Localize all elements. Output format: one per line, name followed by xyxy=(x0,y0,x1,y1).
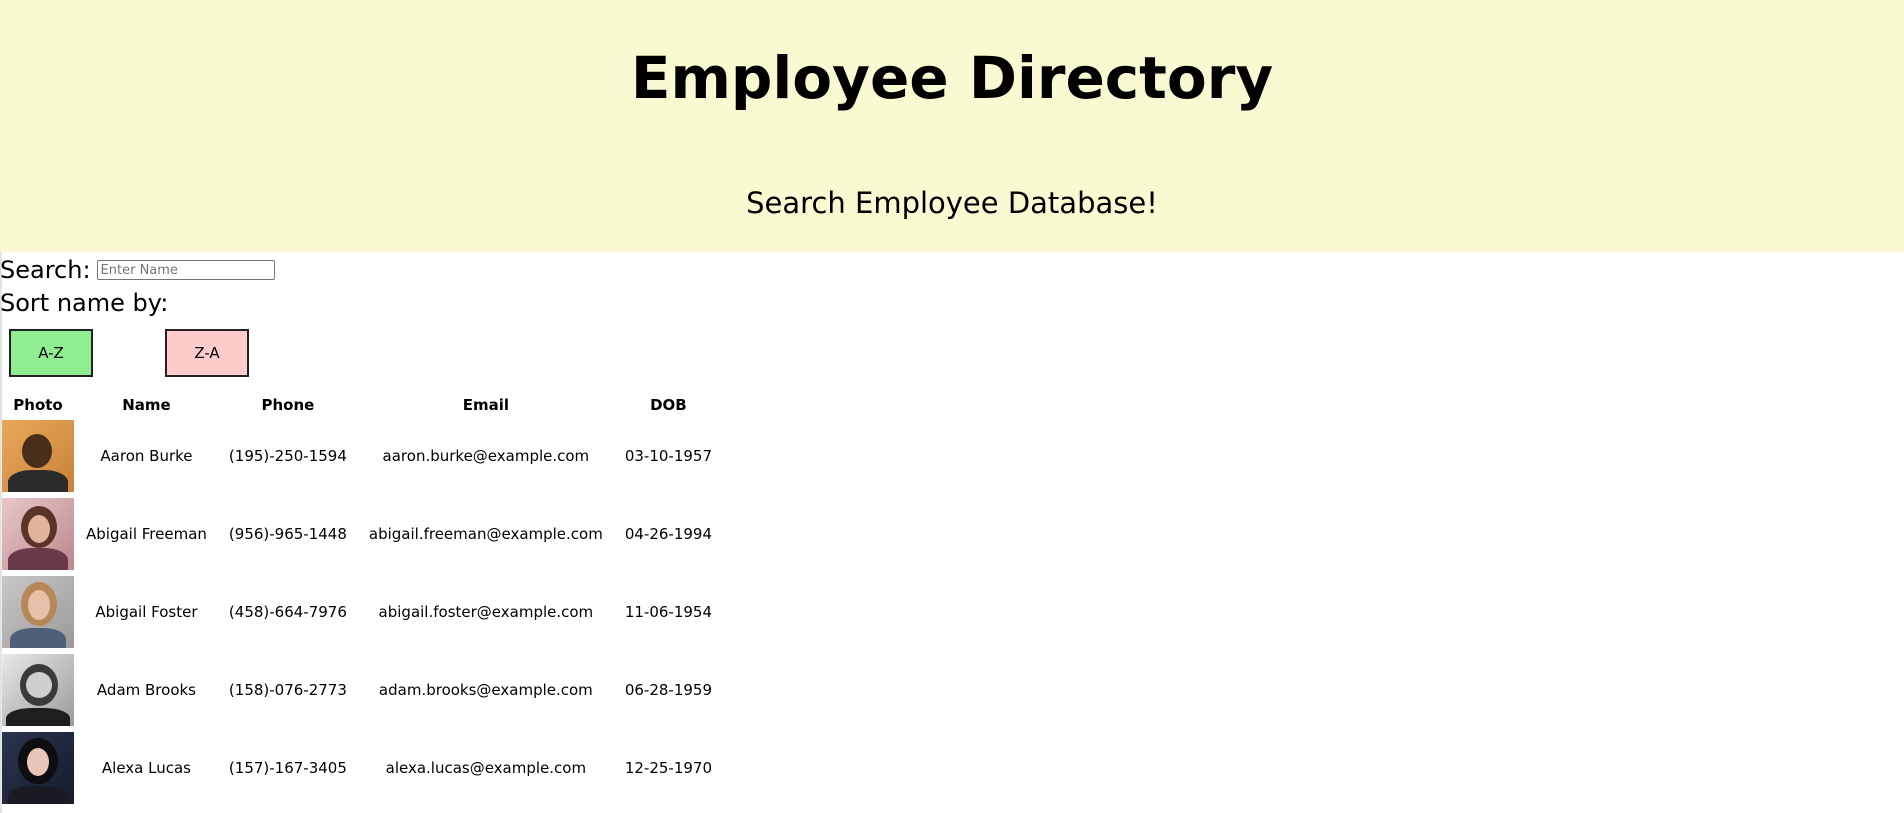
table-row: Abigail Freeman (956)-965-1448 abigail.f… xyxy=(2,496,722,572)
employee-email: aaron.burke@example.com xyxy=(382,447,590,465)
employee-phone: (157)-167-3405 xyxy=(228,759,347,777)
employee-dob: 06-28-1959 xyxy=(624,681,713,699)
employee-name: Adam Brooks xyxy=(96,681,196,699)
employee-photo xyxy=(2,420,74,492)
column-header-photo[interactable]: Photo xyxy=(2,394,74,416)
employee-email: abigail.foster@example.com xyxy=(378,603,594,621)
table-header-row: Photo Name Phone Email DOB xyxy=(2,394,722,416)
employee-dob: 12-25-1970 xyxy=(624,759,713,777)
column-header-email[interactable]: Email xyxy=(359,394,613,416)
employee-photo xyxy=(2,576,74,648)
table-row: Adam Brooks (158)-076-2773 adam.brooks@e… xyxy=(2,652,722,728)
employee-photo xyxy=(2,498,74,570)
search-label: Search: xyxy=(0,256,91,284)
table-row: Alexa Lucas (157)-167-3405 alexa.lucas@e… xyxy=(2,730,722,806)
employee-email: adam.brooks@example.com xyxy=(378,681,593,699)
employee-dob: 04-26-1994 xyxy=(624,525,713,543)
table-row: Aaron Burke (195)-250-1594 aaron.burke@e… xyxy=(2,418,722,494)
employee-name: Abigail Foster xyxy=(95,603,198,621)
employee-dob: 03-10-1957 xyxy=(624,447,713,465)
column-header-dob[interactable]: DOB xyxy=(615,394,722,416)
photo-cell xyxy=(2,574,74,650)
employee-email: alexa.lucas@example.com xyxy=(385,759,587,777)
employee-name: Alexa Lucas xyxy=(101,759,191,777)
employee-photo xyxy=(2,654,74,726)
column-header-name[interactable]: Name xyxy=(76,394,217,416)
employee-table: Photo Name Phone Email DOB Aaron Burke (… xyxy=(0,392,724,808)
employee-dob: 11-06-1954 xyxy=(624,603,713,621)
photo-cell xyxy=(2,730,74,806)
employee-phone: (458)-664-7976 xyxy=(228,603,347,621)
page-subtitle: Search Employee Database! xyxy=(746,186,1158,220)
search-input[interactable] xyxy=(96,260,275,280)
sort-label: Sort name by: xyxy=(0,289,169,317)
search-row: Search: xyxy=(0,255,275,285)
sort-za-button[interactable]: Z-A xyxy=(165,329,249,377)
employee-phone: (158)-076-2773 xyxy=(228,681,347,699)
header-banner: Employee Directory Search Employee Datab… xyxy=(0,0,1904,252)
sort-az-button[interactable]: A-Z xyxy=(9,329,93,377)
employee-email: abigail.freeman@example.com xyxy=(368,525,603,543)
photo-cell xyxy=(2,418,74,494)
employee-name: Aaron Burke xyxy=(100,447,193,465)
employee-phone: (195)-250-1594 xyxy=(228,447,347,465)
page-title: Employee Directory xyxy=(630,44,1274,112)
photo-cell xyxy=(2,496,74,572)
table-row: Abigail Foster (458)-664-7976 abigail.fo… xyxy=(2,574,722,650)
page: Employee Directory Search Employee Datab… xyxy=(0,0,1904,813)
employee-photo xyxy=(2,732,74,804)
employee-name: Abigail Freeman xyxy=(86,525,207,543)
employee-phone: (956)-965-1448 xyxy=(228,525,347,543)
column-header-phone[interactable]: Phone xyxy=(219,394,357,416)
photo-cell xyxy=(2,652,74,728)
